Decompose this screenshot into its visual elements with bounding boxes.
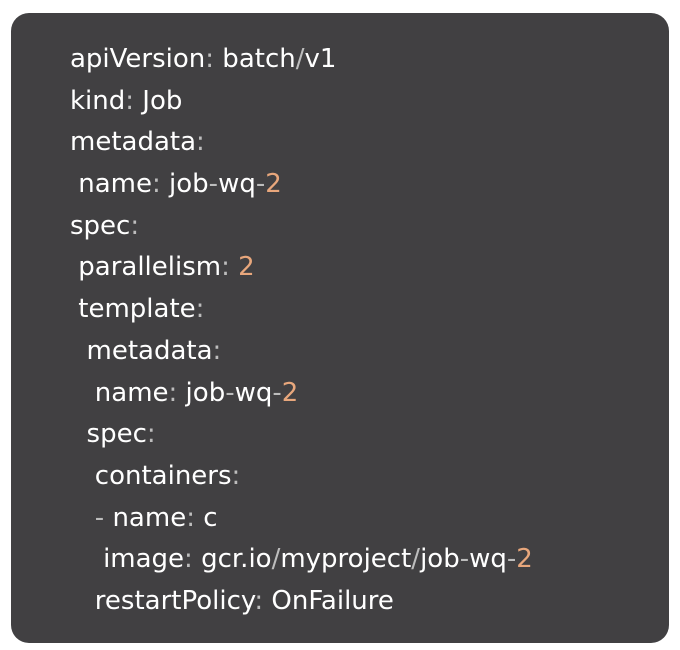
yaml-number: 2 xyxy=(238,252,255,283)
yaml-value: wq xyxy=(234,377,273,408)
yaml-colon: : xyxy=(130,210,140,241)
yaml-separator: - xyxy=(506,544,517,575)
yaml-key: spec xyxy=(86,419,147,450)
yaml-key: apiVersion xyxy=(70,44,206,74)
yaml-value: gcr.io xyxy=(192,544,272,575)
yaml-value: job xyxy=(160,169,209,200)
yaml-key: template xyxy=(78,294,196,325)
yaml-separator: / xyxy=(411,544,421,575)
yaml-separator: - xyxy=(208,169,219,200)
yaml-value: batch xyxy=(214,44,296,74)
yaml-key: metadata xyxy=(86,335,213,366)
yaml-colon: : xyxy=(152,169,161,200)
code-line: image: gcr.io/myproject/job-wq-2 xyxy=(70,539,533,581)
list-dash: - xyxy=(94,502,113,533)
yaml-key: name xyxy=(78,169,152,200)
yaml-key: name xyxy=(112,502,187,533)
code-line: metadata: xyxy=(70,331,533,373)
yaml-colon: : xyxy=(212,335,222,366)
yaml-value: myproject xyxy=(280,544,412,575)
code-card: apiVersion: batch/v1 kind: Job metadata: n… xyxy=(11,13,669,643)
yaml-value: OnFailure xyxy=(263,585,394,616)
code-line: kind: Job xyxy=(70,81,533,123)
yaml-colon: : xyxy=(221,252,230,283)
yaml-separator: - xyxy=(272,377,282,408)
yaml-separator: - xyxy=(459,544,470,575)
yaml-colon: : xyxy=(184,544,193,575)
yaml-colon: : xyxy=(254,585,264,616)
yaml-value xyxy=(230,252,238,282)
yaml-key: name xyxy=(94,377,169,408)
yaml-colon: : xyxy=(196,127,205,158)
yaml-code-block: apiVersion: batch/v1 kind: Job metadata: n… xyxy=(70,39,533,623)
yaml-key: containers xyxy=(94,460,232,491)
code-line: name: job-wq-2 xyxy=(70,373,533,415)
code-line: parallelism: 2 xyxy=(70,247,533,289)
yaml-colon: : xyxy=(231,460,241,491)
yaml-number: 2 xyxy=(281,377,299,408)
code-line: template: xyxy=(70,289,533,331)
yaml-number: 2 xyxy=(516,544,533,575)
yaml-number: 2 xyxy=(265,169,282,200)
code-line: name: job-wq-2 xyxy=(70,164,533,206)
yaml-key: image xyxy=(103,544,185,575)
yaml-key: metadata xyxy=(70,127,197,158)
code-line: - name: c xyxy=(70,498,533,540)
code-line: apiVersion: batch/v1 xyxy=(70,39,533,81)
code-line: metadata: xyxy=(70,122,533,164)
yaml-value: Job xyxy=(134,85,183,116)
code-line: spec: xyxy=(70,206,533,248)
yaml-key: parallelism xyxy=(78,252,222,283)
yaml-key: spec xyxy=(70,210,131,241)
yaml-value: wq xyxy=(469,544,507,575)
yaml-key: restartPolicy xyxy=(94,585,255,616)
code-line: spec: xyxy=(70,414,533,456)
yaml-colon: : xyxy=(146,419,156,450)
yaml-colon: : xyxy=(186,502,195,533)
yaml-colon: : xyxy=(168,377,178,408)
yaml-colon: : xyxy=(195,294,205,325)
code-line: restartPolicy: OnFailure xyxy=(70,581,533,623)
yaml-colon: : xyxy=(205,44,215,74)
yaml-key: kind xyxy=(70,85,126,116)
yaml-value: v1 xyxy=(304,44,337,74)
yaml-value: job xyxy=(420,544,460,575)
yaml-value: wq xyxy=(218,169,256,200)
yaml-value: job xyxy=(177,377,226,408)
yaml-separator: - xyxy=(225,377,235,408)
yaml-separator: - xyxy=(255,169,266,200)
code-line: containers: xyxy=(70,456,533,498)
yaml-value: c xyxy=(194,502,218,533)
yaml-colon: : xyxy=(125,85,135,116)
